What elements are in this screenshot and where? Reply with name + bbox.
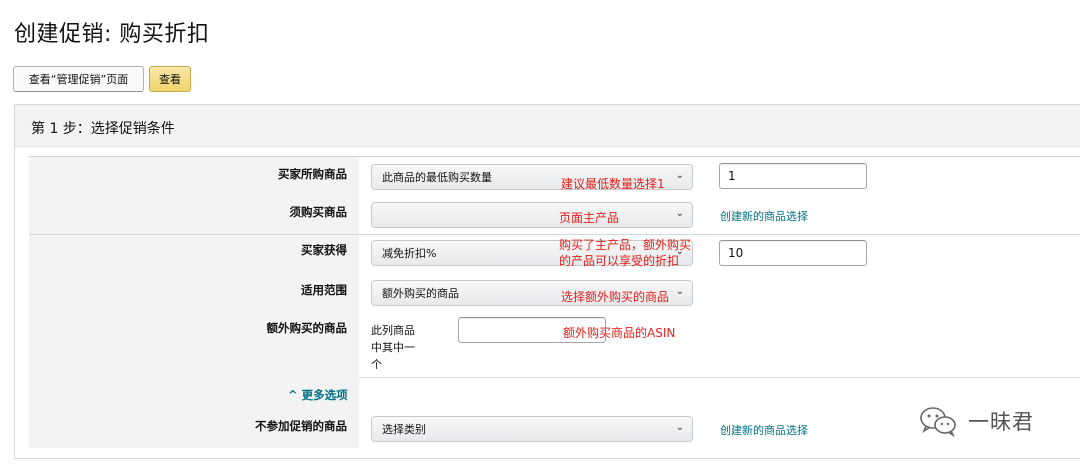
- must-buy-select[interactable]: ⌄: [371, 202, 693, 228]
- annotation-min-quantity: 建议最低数量选择1: [561, 177, 665, 191]
- label-column: [29, 157, 359, 448]
- applies-to-select-value: 额外购买的商品: [382, 287, 459, 300]
- annotation-select-extra: 选择额外购买的商品: [561, 290, 670, 304]
- extra-items-text-line1: 此列商品: [371, 324, 415, 337]
- annotation-extra-asin: 额外购买商品的ASIN: [563, 326, 676, 340]
- excluded-items-label: 不参加促销的商品: [255, 419, 347, 433]
- extra-items-label: 额外购买的商品: [266, 321, 348, 335]
- buyer-buys-label: 买家所购商品: [278, 167, 347, 181]
- view-button[interactable]: 查看: [149, 66, 191, 92]
- applies-to-label: 适用范围: [301, 283, 347, 297]
- section-divider: [29, 234, 1080, 235]
- chevron-down-icon: ⌄: [675, 170, 684, 181]
- more-options-toggle[interactable]: ^ 更多选项: [288, 387, 348, 403]
- category-select-value: 选择类别: [382, 423, 426, 436]
- extra-items-text-line2: 中其中一: [371, 341, 415, 354]
- watermark-text: 一昧君: [968, 410, 1034, 434]
- watermark: 一昧君: [918, 404, 1034, 438]
- buyer-gets-label: 买家获得: [301, 243, 347, 257]
- min-quantity-input[interactable]: 1: [719, 163, 867, 189]
- wechat-icon: [920, 407, 956, 438]
- chevron-down-icon: ⌄: [675, 422, 684, 433]
- step-header: 第 1 步：选择促销条件: [15, 105, 1080, 147]
- must-buy-label: 须购买商品: [289, 205, 348, 219]
- annotation-main-product: 页面主产品: [559, 211, 620, 225]
- chevron-down-icon: ⌄: [675, 286, 684, 297]
- create-product-selection-link-2[interactable]: 创建新的商品选择: [720, 422, 808, 438]
- category-select[interactable]: 选择类别 ⌄: [371, 416, 693, 442]
- view-manage-promotions-button[interactable]: 查看“管理促销”页面: [13, 66, 144, 92]
- extra-items-text-line3: 个: [371, 358, 382, 371]
- buyer-gets-select-value: 减免折扣%: [382, 247, 437, 260]
- create-product-selection-link[interactable]: 创建新的商品选择: [720, 208, 808, 224]
- page-title: 创建促销: 购买折扣: [14, 22, 210, 47]
- annotation-discount-line1: 购买了主产品，额外购买: [559, 238, 692, 252]
- discount-percent-input[interactable]: 10: [719, 240, 867, 266]
- row-divider: [359, 377, 1080, 378]
- chevron-down-icon: ⌄: [675, 208, 684, 219]
- buyer-buys-select-value: 此商品的最低购买数量: [382, 171, 492, 184]
- annotation-discount-line2: 的产品可以享受的折扣: [559, 254, 680, 268]
- step-title: 第 1 步：选择促销条件: [31, 121, 175, 137]
